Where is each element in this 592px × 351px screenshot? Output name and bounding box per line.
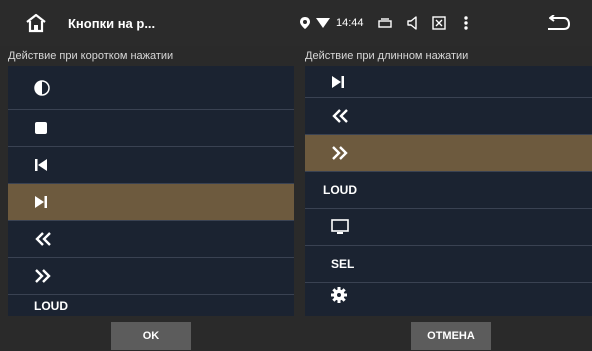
next-track-icon <box>34 195 48 209</box>
list-item-sel[interactable]: SEL <box>305 246 592 283</box>
list-item-rewind[interactable] <box>8 221 294 258</box>
list-item-monitor[interactable] <box>305 209 592 246</box>
list-item-fast-forward[interactable] <box>8 258 294 295</box>
footer-bar <box>0 316 592 351</box>
back-icon <box>548 15 571 30</box>
gear-icon <box>331 287 347 303</box>
list-item-stop[interactable] <box>8 110 294 147</box>
list-item-label: LOUD <box>323 183 357 197</box>
rewind-icon <box>331 109 349 123</box>
list-item-fast-forward[interactable] <box>305 135 592 172</box>
list-item-settings[interactable] <box>305 283 592 313</box>
short-press-header: Действие при коротком нажатии <box>8 50 174 62</box>
more-vertical-icon[interactable] <box>463 16 468 30</box>
tablet-icon[interactable] <box>377 18 392 28</box>
home-button[interactable] <box>14 0 58 46</box>
page-title: Кнопки на р... <box>68 15 156 31</box>
next-track-icon <box>331 75 345 89</box>
previous-track-icon <box>34 158 48 172</box>
contrast-icon <box>34 79 50 96</box>
long-press-list[interactable]: LOUD SEL <box>305 66 592 316</box>
fast-forward-icon <box>331 146 349 160</box>
list-item-label: SEL <box>331 257 355 271</box>
ok-button[interactable]: OK <box>111 322 191 350</box>
status-bar: 14:44 <box>300 0 468 46</box>
list-item-label: LOUD <box>34 299 68 313</box>
list-item-contrast[interactable] <box>8 66 294 110</box>
home-icon <box>26 13 46 33</box>
cancel-button[interactable]: ОТМЕНА <box>411 322 491 350</box>
wifi-icon <box>316 17 330 29</box>
top-bar: Кнопки на р... 14:44 <box>0 0 592 46</box>
list-item-loud[interactable]: LOUD <box>8 295 294 316</box>
list-item-rewind[interactable] <box>305 98 592 135</box>
stop-icon <box>34 121 48 135</box>
short-press-list[interactable]: LOUD <box>8 66 294 316</box>
monitor-icon <box>331 219 349 235</box>
back-button[interactable] <box>538 0 578 46</box>
list-item-next-track[interactable] <box>305 66 592 98</box>
list-item-previous-track[interactable] <box>8 147 294 184</box>
long-press-header: Действие при длинном нажатии <box>305 50 469 62</box>
close-box-icon[interactable] <box>431 16 446 30</box>
fast-forward-icon <box>34 269 52 283</box>
location-icon <box>300 17 310 29</box>
list-item-next-track[interactable] <box>8 184 294 221</box>
volume-icon[interactable] <box>406 16 418 30</box>
clock: 14:44 <box>336 17 364 29</box>
list-item-loud[interactable]: LOUD <box>305 172 592 209</box>
rewind-icon <box>34 232 52 246</box>
